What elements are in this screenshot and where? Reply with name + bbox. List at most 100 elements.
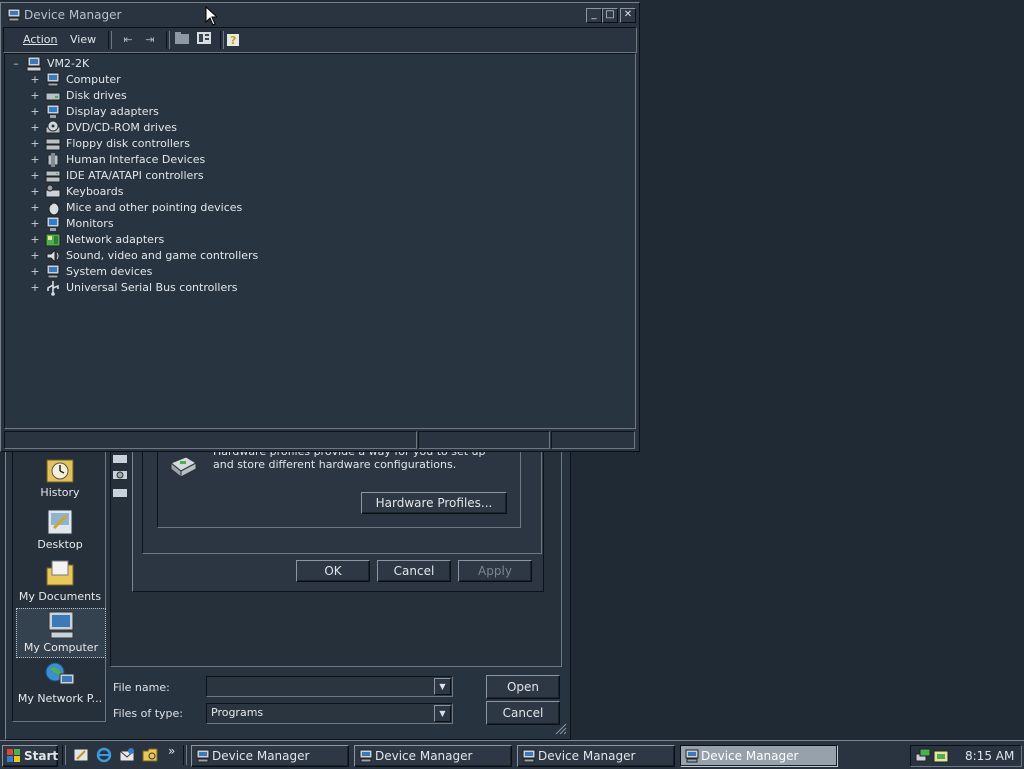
mouse-icon [45,200,61,216]
forward-icon[interactable]: ⇥ [142,32,158,48]
tree-item[interactable]: + Human Interface Devices [5,152,265,168]
expand-icon[interactable]: + [30,265,40,278]
files-of-type-combo[interactable]: Programs ▼ [206,703,453,724]
place-desktop[interactable]: Desktop [16,506,104,554]
tree-item-label: Floppy disk controllers [66,137,190,150]
drive-icon [113,489,127,497]
expand-icon[interactable]: + [30,185,40,198]
tree-item[interactable]: + Universal Serial Bus controllers [5,280,265,296]
expand-icon[interactable]: + [30,73,40,86]
expand-icon[interactable]: + [30,281,40,294]
resize-grip[interactable] [555,723,567,735]
title-bar[interactable]: Device Manager _ □ ✕ [3,5,636,25]
collapse-icon[interactable]: – [11,57,21,70]
place-my-documents[interactable]: My Documents [16,558,104,606]
task-button-active[interactable]: Device Manager [680,745,838,767]
tree-item[interactable]: + System devices [5,264,265,280]
expand-icon[interactable]: + [30,105,40,118]
safely-remove-hardware-icon[interactable] [933,748,949,764]
taskbar: Start » Device Manager Device Manager De… [0,740,1024,769]
expand-icon[interactable]: + [30,137,40,150]
clock[interactable]: 8:15 AM [965,749,1014,763]
apply-button[interactable]: Apply [458,560,532,582]
chevron-down-icon[interactable]: ▼ [434,705,451,722]
folder-up-icon[interactable] [174,32,190,48]
tree-item[interactable]: + Keyboards [5,184,265,200]
expand-icon[interactable]: + [30,233,40,246]
task-label: Device Manager [212,749,310,763]
keyboard-icon [45,184,61,200]
tree-item[interactable]: + Network adapters [5,232,265,248]
task-label: Device Manager [701,749,799,763]
place-my-computer[interactable]: My Computer [16,608,106,658]
tree-item[interactable]: + Disk drives [5,88,265,104]
files-of-type-label: Files of type: [113,707,184,720]
toolbar-separator [166,31,170,49]
outlook-express-icon[interactable] [119,747,135,763]
device-tree[interactable]: – VM2-2K + Computer + Disk drives + Display a… [4,53,636,429]
status-pane [551,431,635,449]
task-button[interactable]: Device Manager [191,745,349,767]
my-computer-icon [45,609,77,641]
expand-icon[interactable]: + [30,217,40,230]
place-my-network[interactable]: My Network P... [16,660,104,708]
window-title: Device Manager [24,8,122,22]
open-cancel-button[interactable]: Cancel [486,701,560,725]
place-label: My Computer [23,641,99,654]
open-button[interactable]: Open [486,675,560,699]
properties-icon[interactable] [196,32,212,48]
menu-action[interactable]: Action [23,33,57,46]
tree-item[interactable]: + IDE ATA/ATAPI controllers [5,168,265,184]
cancel-button[interactable]: Cancel [377,560,451,582]
device-manager-icon [359,749,373,763]
task-button[interactable]: Device Manager [517,745,675,767]
windows-explorer-icon[interactable] [142,747,158,763]
tree-item[interactable]: + Display adapters [5,104,265,120]
usb-icon [45,280,61,296]
quick-launch-chevron[interactable]: » [168,744,175,758]
tree-item[interactable]: + Mice and other pointing devices [5,200,265,216]
tree-item[interactable]: + DVD/CD-ROM drives [5,120,265,136]
taskbar-separator [183,745,187,765]
place-label: Desktop [37,538,83,551]
internet-explorer-icon[interactable] [96,747,112,763]
expand-icon[interactable]: + [30,153,40,166]
tree-root[interactable]: – VM2-2K [5,56,125,72]
back-icon[interactable]: ⇤ [120,32,136,48]
tree-item-label: Sound, video and game controllers [66,249,259,262]
expand-icon[interactable]: + [30,89,40,102]
close-button[interactable]: ✕ [620,8,636,23]
minimize-button[interactable]: _ [586,8,602,23]
show-desktop-icon[interactable] [73,747,89,763]
chevron-down-icon[interactable]: ▼ [434,678,451,695]
task-button[interactable]: Device Manager [354,745,512,767]
status-pane [4,431,417,449]
tree-item-label: DVD/CD-ROM drives [66,121,177,134]
my-network-places-icon [44,660,76,692]
display-adapter-icon [45,104,61,120]
hardware-profiles-button[interactable]: Hardware Profiles... [361,492,507,514]
hardware-profiles-group: Hardware profiles provide a way for you … [157,445,521,528]
tree-root-label: VM2-2K [47,57,90,70]
start-button[interactable]: Start [2,745,58,767]
expand-icon[interactable]: + [30,121,40,134]
computer-icon [26,56,42,72]
expand-icon[interactable]: + [30,169,40,182]
network-adapter-icon [45,232,61,248]
menu-view[interactable]: View [70,33,96,46]
tree-item[interactable]: + Monitors [5,216,265,232]
network-status-icon[interactable] [915,748,931,764]
ok-button[interactable]: OK [296,560,370,582]
expand-icon[interactable]: + [30,201,40,214]
tree-item[interactable]: + Sound, video and game controllers [5,248,265,264]
help-icon[interactable]: ? [226,32,242,48]
cdrom-icon [45,120,61,136]
maximize-button[interactable]: □ [602,8,618,23]
file-name-combo[interactable]: ▼ [206,676,453,697]
tree-item[interactable]: + Computer [5,72,265,88]
place-history[interactable]: History [16,454,104,502]
task-label: Device Manager [375,749,473,763]
tree-item[interactable]: + Floppy disk controllers [5,136,265,152]
history-icon [44,454,76,486]
expand-icon[interactable]: + [30,249,40,262]
